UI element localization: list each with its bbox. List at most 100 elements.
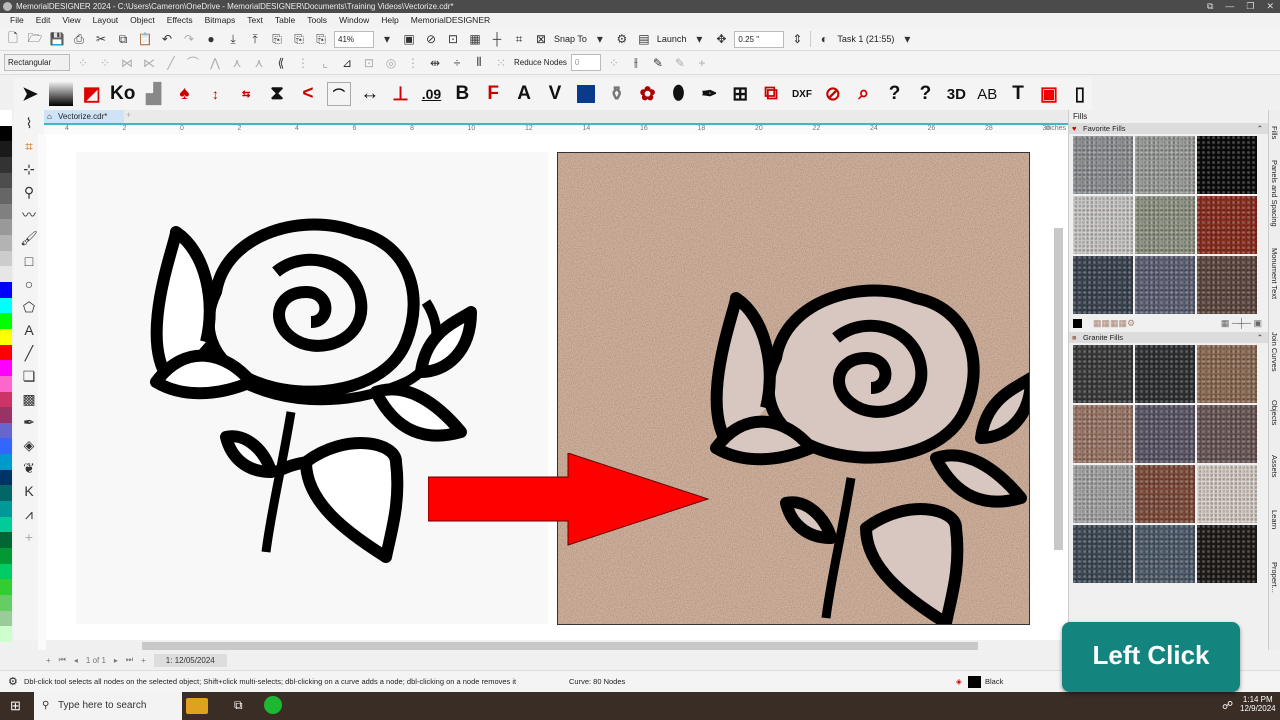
- new-document-icon[interactable]: 🗋: [4, 30, 22, 48]
- menu-table[interactable]: Table: [269, 13, 301, 28]
- menu-layout[interactable]: Layout: [87, 13, 125, 28]
- add-tool-icon[interactable]: +: [20, 528, 38, 546]
- favorite-fills-header[interactable]: ♥ Favorite Fills ⌃: [1069, 123, 1268, 134]
- tab-fills[interactable]: Fills: [1270, 126, 1279, 139]
- home-icon[interactable]: ⌂: [47, 110, 52, 123]
- collapse-icon[interactable]: ⌃: [1257, 123, 1263, 134]
- break-curve-icon[interactable]: ⋉: [140, 54, 158, 72]
- view-size-slider[interactable]: ▦ ─┼─ ▣: [1221, 318, 1262, 329]
- fill-swatch[interactable]: [1135, 345, 1195, 403]
- fill-swatch[interactable]: [1197, 465, 1257, 523]
- zoom-level-input[interactable]: 41%: [334, 30, 374, 48]
- width-measure-icon[interactable]: ↔: [358, 82, 382, 106]
- full-screen-icon[interactable]: ▣: [400, 30, 418, 48]
- fill-swatch[interactable]: [1197, 525, 1257, 583]
- extend-curve-icon[interactable]: ⋮: [294, 54, 312, 72]
- collapse-icon[interactable]: ⌃: [1257, 332, 1263, 343]
- line-icon[interactable]: ╱: [20, 344, 38, 362]
- fill-swatch[interactable]: [1073, 136, 1133, 194]
- nudge-distance-input[interactable]: 0.25 ": [734, 30, 785, 48]
- palette-swatch[interactable]: [0, 438, 12, 455]
- font-icon[interactable]: F: [481, 82, 505, 106]
- redo-icon[interactable]: ↷: [180, 30, 198, 48]
- memorialdesigner-app-icon[interactable]: [264, 696, 282, 714]
- jpg-export-icon[interactable]: ⎘: [290, 30, 308, 48]
- v-cut-text-icon[interactable]: V: [543, 82, 567, 106]
- fill-tools-icon[interactable]: ▦▦▦▦⚙: [1093, 318, 1135, 329]
- launch-button[interactable]: Launch: [657, 34, 687, 44]
- tab-learn[interactable]: Learn: [1270, 510, 1279, 529]
- briefcase-icon[interactable]: [186, 698, 208, 714]
- tab-properties[interactable]: Propert...: [1270, 562, 1279, 593]
- menu-view[interactable]: View: [56, 13, 86, 28]
- text-spacing-icon[interactable]: T: [1006, 82, 1030, 106]
- vertical-scrollbar[interactable]: [1054, 228, 1063, 550]
- fill-bucket-icon[interactable]: ◈: [20, 436, 38, 454]
- shape-tool-icon[interactable]: ⌇: [20, 114, 38, 132]
- reflect-v-icon[interactable]: ÷: [448, 54, 466, 72]
- zoom-dropdown-chevron-icon[interactable]: ▾: [378, 30, 396, 48]
- fill-swatch[interactable]: [1135, 196, 1195, 254]
- no-fill-icon[interactable]: ⊘: [422, 30, 440, 48]
- reverse-direction-icon[interactable]: ⟪: [272, 54, 290, 72]
- outline-text-tool[interactable]: AB: [975, 82, 999, 106]
- elastic-mode-icon[interactable]: ⫴: [470, 54, 488, 72]
- fill-swatch[interactable]: [1073, 465, 1133, 523]
- palette-swatch[interactable]: [0, 547, 12, 564]
- menu-edit[interactable]: Edit: [30, 13, 57, 28]
- text-tool[interactable]: A: [512, 82, 536, 106]
- menu-tools[interactable]: Tools: [301, 13, 333, 28]
- cut-icon[interactable]: ✂: [92, 30, 110, 48]
- add-page-after-icon[interactable]: +: [141, 656, 146, 665]
- snap-off-icon[interactable]: ⌗: [510, 30, 528, 48]
- fill-swatch[interactable]: [1073, 256, 1133, 314]
- extract-subpath-icon[interactable]: ⌞: [316, 54, 334, 72]
- 3d-tool[interactable]: 3D: [944, 82, 968, 106]
- to-curve-icon[interactable]: ⌒: [184, 54, 202, 72]
- close-button[interactable]: ✕: [1266, 0, 1274, 13]
- cusp-node-icon[interactable]: ⋀: [206, 54, 224, 72]
- close-curve-icon[interactable]: ⊿: [338, 54, 356, 72]
- fill-swatch[interactable]: [1135, 465, 1195, 523]
- zoom-icon[interactable]: ⚲: [20, 183, 38, 201]
- fill-swatch[interactable]: [1135, 405, 1195, 463]
- fill-swatch[interactable]: [1197, 196, 1257, 254]
- fill-swatch[interactable]: [1073, 196, 1133, 254]
- minimize-button[interactable]: —: [1225, 0, 1234, 13]
- shadow-tool-icon[interactable]: ◩: [80, 82, 104, 106]
- palette-swatch[interactable]: [0, 328, 12, 345]
- source-rose-image[interactable]: [76, 152, 548, 624]
- clock[interactable]: 1:14 PM 12/9/2024: [1240, 695, 1276, 713]
- blue-square-icon[interactable]: [574, 82, 598, 106]
- palette-swatch[interactable]: [0, 563, 12, 580]
- tab-join-curves[interactable]: Join Curves: [1270, 332, 1279, 372]
- export-icon[interactable]: ⤒: [246, 30, 264, 48]
- symmetric-node-icon[interactable]: ⋏: [250, 54, 268, 72]
- palette-swatch[interactable]: [0, 501, 12, 517]
- palette-swatch[interactable]: [0, 203, 12, 220]
- palette-swatch[interactable]: [0, 360, 12, 376]
- palette-swatch[interactable]: [0, 516, 12, 533]
- vase-icon[interactable]: ⚱: [605, 82, 629, 106]
- palette-swatch[interactable]: [0, 469, 12, 486]
- oval-icon[interactable]: ⬮: [667, 82, 691, 106]
- gradient-fill-icon[interactable]: [48, 82, 73, 106]
- palette-swatch[interactable]: [0, 188, 12, 204]
- menu-help[interactable]: Help: [375, 13, 404, 28]
- fill-swatch[interactable]: [1135, 136, 1195, 194]
- stretch-nodes-icon[interactable]: ⊡: [360, 54, 378, 72]
- brush-icon[interactable]: 🖌: [20, 229, 38, 247]
- delete-node-icon[interactable]: ⁘: [96, 54, 114, 72]
- no-cut-icon[interactable]: ⊘: [821, 82, 845, 106]
- selection-mode-dropdown[interactable]: Rectangular: [4, 54, 70, 71]
- task-dropdown-chevron-icon[interactable]: ▾: [898, 30, 916, 48]
- copy-icon[interactable]: ⧉: [114, 30, 132, 48]
- tab-assets[interactable]: Assets: [1270, 455, 1279, 478]
- palette-swatch[interactable]: [0, 391, 12, 408]
- reduce-nodes-button[interactable]: Reduce Nodes: [514, 58, 567, 67]
- crop-tool-icon[interactable]: ⌗: [20, 137, 38, 155]
- palette-swatch[interactable]: [0, 125, 12, 142]
- freehand-icon[interactable]: 〰: [20, 206, 38, 224]
- palette-swatch[interactable]: [0, 235, 12, 251]
- tab-objects[interactable]: Objects: [1270, 400, 1279, 425]
